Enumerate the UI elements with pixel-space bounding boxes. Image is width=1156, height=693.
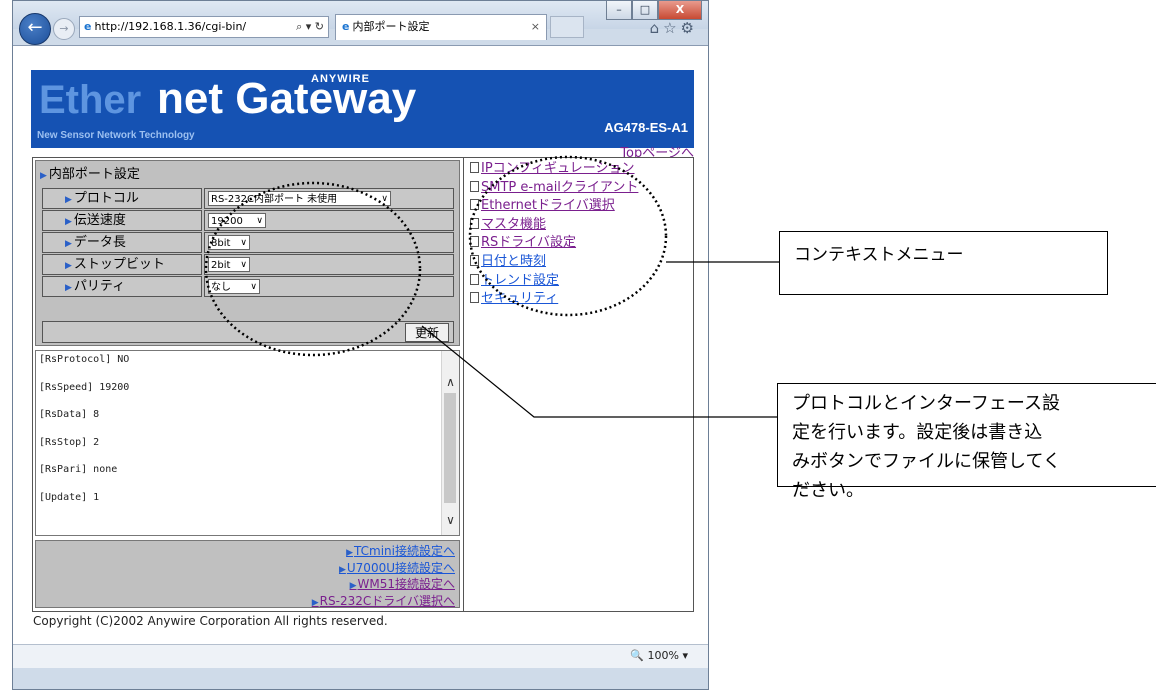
context-menu-callout-text: コンテキストメニュー xyxy=(794,245,964,265)
settings-highlight-ellipse xyxy=(204,181,422,357)
settings-callout-line xyxy=(421,325,777,418)
annotation-overlay xyxy=(204,155,779,418)
protocol-callout: プロトコルとインターフェース設 定を行います。設定後は書き込 みボタンでファイル… xyxy=(777,383,1156,501)
protocol-callout-line-4: ださい。 xyxy=(792,480,864,501)
protocol-callout-line-3: みボタンでファイルに保管してく xyxy=(792,451,1061,472)
menu-highlight-ellipse xyxy=(468,155,668,317)
protocol-callout-line-2: 定を行います。設定後は書き込 xyxy=(792,422,1043,443)
protocol-callout-line-1: プロトコルとインターフェース設 xyxy=(792,393,1061,414)
context-menu-callout: コンテキストメニュー xyxy=(779,231,1108,295)
